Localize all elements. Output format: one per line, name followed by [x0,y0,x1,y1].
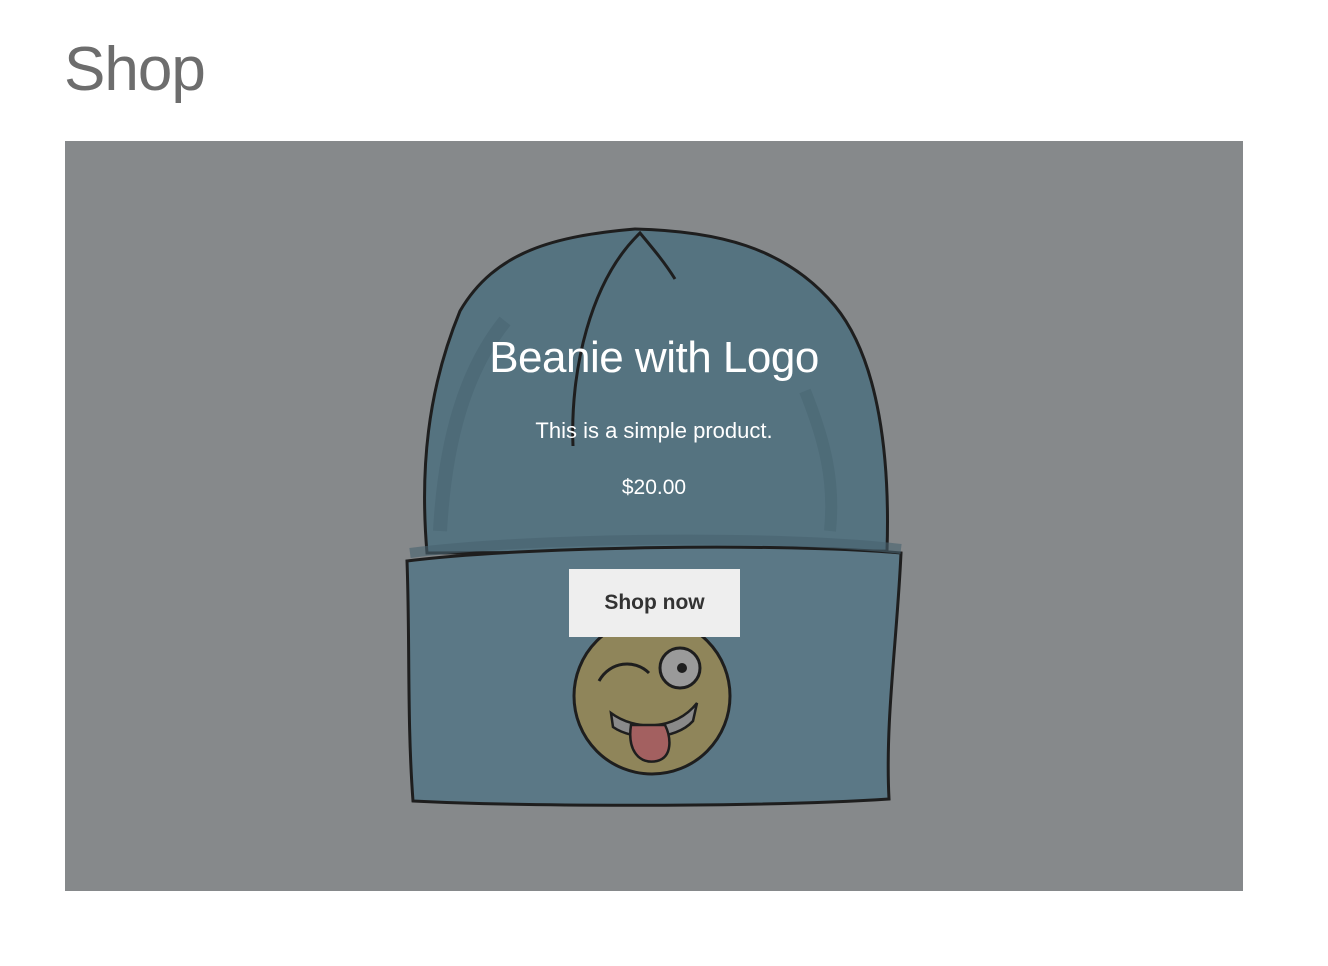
product-price: $20.00 [621,476,687,499]
hero-content: Beanie with Logo This is a simple produc… [65,141,1243,891]
product-title: Beanie with Logo [489,333,819,382]
shop-now-button[interactable]: Shop now [569,569,740,637]
page-title: Shop [64,35,206,104]
product-description: This is a simple product. [535,418,773,443]
product-hero-banner: Beanie with Logo This is a simple produc… [65,141,1243,891]
